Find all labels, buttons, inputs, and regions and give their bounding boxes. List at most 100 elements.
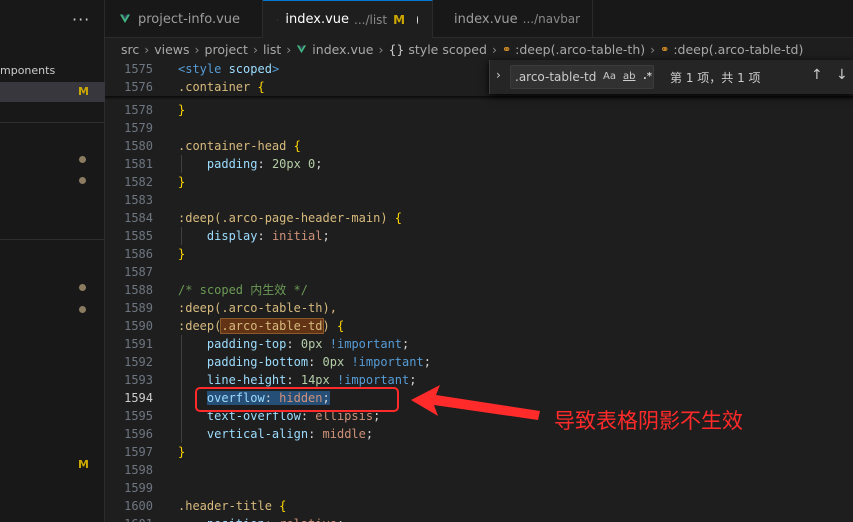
status-dot-icon	[79, 177, 86, 184]
tab-label: index.vue	[285, 12, 350, 27]
divider	[0, 122, 105, 123]
line-number: 1586	[124, 247, 153, 261]
vue-file-icon	[297, 44, 307, 53]
code-line: :deep(.arco-page-header-main) {	[178, 211, 403, 225]
line-number: 1601	[124, 515, 153, 522]
line-number: 1583	[124, 193, 153, 207]
status-dot-icon	[79, 156, 86, 163]
line-number: 1587	[124, 265, 153, 279]
code-line: }	[178, 103, 186, 117]
vue-file-icon	[120, 14, 130, 23]
line-number: 1598	[124, 463, 153, 477]
code-line: <style scoped>	[178, 62, 280, 76]
tab-label: project-info.vue	[138, 11, 241, 27]
code-line: }	[178, 247, 186, 261]
breadcrumb-item[interactable]: project	[205, 42, 248, 57]
unsaved-dot-icon[interactable]	[417, 15, 418, 24]
chevron-right-icon: ›	[286, 41, 292, 57]
braces-icon: {}	[388, 41, 405, 57]
tab-index-navbar[interactable]: index.vue .../navbar	[433, 0, 593, 38]
line-number: 1591	[124, 337, 153, 351]
find-match-highlight: .arco-table-td	[220, 318, 324, 334]
line-number: 1581	[124, 157, 153, 171]
find-input[interactable]: .arco-table-td Aa ab .*	[510, 65, 654, 89]
more-actions-icon[interactable]: ···	[72, 10, 90, 29]
line-number: 1575	[124, 62, 153, 76]
line-number: 1585	[124, 229, 153, 243]
chevron-right-icon: ›	[378, 41, 384, 57]
line-number: 1578	[124, 103, 153, 117]
line-number: 1592	[124, 355, 153, 369]
previous-match-arrow-up-icon[interactable]: ↑	[811, 67, 823, 83]
code-line: :deep(.arco-table-td) {	[178, 318, 345, 334]
chevron-right-icon: ›	[194, 41, 200, 57]
breadcrumb-item[interactable]: list	[263, 42, 281, 57]
breadcrumb-item[interactable]: views	[154, 42, 189, 57]
line-number: 1593	[124, 373, 153, 387]
line-number: 1576	[124, 80, 153, 94]
line-number: 1596	[124, 427, 153, 441]
folder-components[interactable]: mponents	[0, 64, 55, 77]
chevron-right-icon: ›	[650, 41, 656, 57]
use-regex-icon[interactable]: .*	[643, 66, 652, 88]
divider	[0, 239, 105, 240]
find-widget: › .arco-table-td Aa ab .* 第 1 项，共 1 项 ↑ …	[489, 60, 853, 94]
code-line: .container-head {	[178, 139, 301, 153]
tab-path-hint: .../list	[354, 12, 388, 27]
chevron-right-icon: ›	[491, 41, 497, 57]
line-number: 1600	[124, 499, 153, 513]
annotation-text: 导致表格阴影不生效	[554, 409, 743, 433]
chevron-right-icon: ›	[252, 41, 258, 57]
code-line: }	[178, 175, 186, 189]
annotation-highlight-box	[195, 387, 399, 412]
selected-file-row[interactable]: M	[0, 82, 105, 102]
explorer-sidebar: ··· mponents M M	[0, 0, 105, 522]
code-line: .header-title {	[178, 499, 287, 513]
chevron-right-icon: ›	[144, 41, 150, 57]
modified-badge: M	[78, 85, 89, 98]
editor-tab-bar: project-info.vue index.vue .../list M in…	[105, 0, 853, 38]
tab-index-list[interactable]: index.vue .../list M	[263, 0, 433, 38]
line-number: 1588	[124, 283, 153, 297]
breadcrumb-file[interactable]: index.vue	[312, 42, 373, 57]
match-case-icon[interactable]: Aa	[603, 66, 616, 88]
sticky-scroll-shadow	[105, 96, 853, 100]
status-dot-icon	[79, 306, 86, 313]
line-number: 1580	[124, 139, 153, 153]
find-result-count: 第 1 项，共 1 项	[670, 71, 761, 85]
line-number: 1597	[124, 445, 153, 459]
line-number-current: 1594	[124, 391, 153, 405]
code-line: position: relative;	[178, 515, 344, 522]
code-line: :deep(.arco-table-th),	[178, 301, 337, 315]
tab-path-hint: .../navbar	[522, 12, 581, 26]
tab-label: index.vue	[454, 11, 518, 27]
code-line: display: initial;	[206, 229, 330, 243]
code-line: .container {	[178, 80, 265, 94]
toggle-replace-chevron-icon[interactable]: ›	[496, 68, 501, 82]
line-number: 1595	[124, 409, 153, 423]
symbol-class-icon: ⚭	[501, 42, 512, 56]
breadcrumb-item[interactable]: src	[121, 42, 139, 57]
line-number: 1590	[124, 319, 153, 333]
line-number: 1599	[124, 481, 153, 495]
next-match-arrow-down-icon[interactable]: ↓	[836, 67, 848, 83]
symbol-class-icon: ⚭	[660, 42, 670, 56]
tab-project-info[interactable]: project-info.vue	[105, 0, 263, 38]
modified-badge: M	[78, 458, 89, 471]
status-dot-icon	[79, 284, 86, 291]
line-number-gutter: 1575 1576 1578 1579 1580 1581 1582 1583 …	[105, 60, 163, 522]
breadcrumb-scope[interactable]: style scoped	[408, 42, 487, 57]
line-number: 1579	[124, 121, 153, 135]
breadcrumb-symbol[interactable]: :deep(.arco-table-td)	[673, 42, 803, 57]
code-line: padding-top: 0px !important;	[206, 337, 410, 351]
line-number: 1589	[124, 301, 153, 315]
code-line: /* scoped 内生效 */	[178, 283, 308, 297]
match-whole-word-icon[interactable]: ab	[623, 66, 635, 88]
find-query: .arco-table-td	[515, 70, 597, 84]
breadcrumb: src › views › project › list › index.vue › {}…	[105, 38, 853, 60]
breadcrumb-symbol[interactable]: :deep(.arco-table-th)	[515, 42, 645, 57]
vue-file-icon	[277, 18, 279, 20]
code-editor[interactable]: <style scoped> .container { } .container…	[178, 60, 853, 522]
line-number: 1582	[124, 175, 153, 189]
code-line: padding: 20px 0;	[206, 157, 323, 171]
